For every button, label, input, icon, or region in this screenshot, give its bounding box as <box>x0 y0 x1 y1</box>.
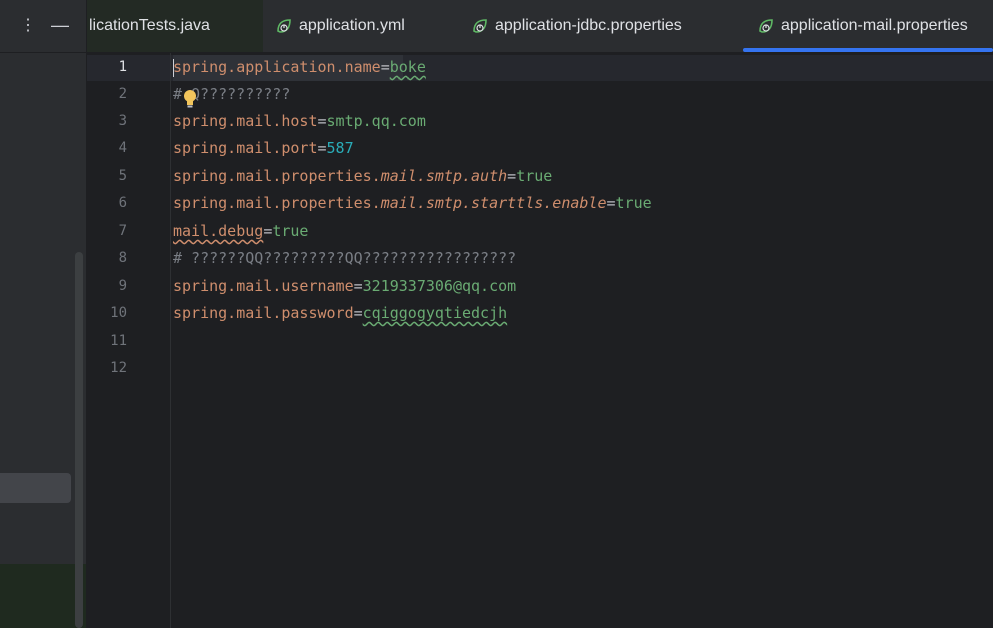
property-key: spring.application.name <box>173 58 381 76</box>
property-key: spring.mail.password <box>173 304 354 322</box>
equals-sign: = <box>263 222 273 240</box>
tab-label: licationTests.java <box>89 17 210 34</box>
property-value: true <box>272 222 309 240</box>
line-content: # ??????QQ?????????QQ????????????????? <box>173 249 517 267</box>
property-key: mail.debug <box>173 222 264 240</box>
line-number: 8 <box>118 250 127 266</box>
tool-window-scrollbar[interactable] <box>75 252 83 628</box>
line-content: spring.mail.host=smtp.qq.com <box>173 108 426 135</box>
property-key: spring.mail.properties. <box>173 167 381 185</box>
selected-tree-item[interactable] <box>0 473 71 503</box>
property-value: true <box>615 194 652 212</box>
line-content: spring.mail.properties.mail.smtp.starttl… <box>173 190 652 217</box>
equals-sign: = <box>317 139 327 157</box>
spring-leaf-icon <box>277 19 291 33</box>
line-content: spring.mail.username=3219337306@qq.com <box>173 273 516 300</box>
code-line[interactable]: 6 spring.mail.properties.mail.smtp.start… <box>87 190 993 217</box>
project-tool-window: ⋮ — <box>0 0 86 628</box>
line-number: 6 <box>118 195 127 211</box>
property-value: true <box>516 167 553 185</box>
line-number: 7 <box>118 223 127 239</box>
code-line[interactable]: 9 spring.mail.username=3219337306@qq.com <box>87 273 993 300</box>
editor-tab-bar: licationTests.java application.yml appli… <box>87 0 993 53</box>
comment-text: # <box>173 85 183 103</box>
line-number: 2 <box>118 86 127 102</box>
property-value: smtp.qq.com <box>326 112 426 130</box>
tab-application-jdbc-properties[interactable]: application-jdbc.properties <box>471 0 682 52</box>
property-key: spring.mail.properties. <box>173 194 381 212</box>
property-key-italic: mail.smtp.starttls.enable <box>380 194 607 212</box>
code-line[interactable]: 3 spring.mail.host=smtp.qq.com <box>87 108 993 135</box>
code-line[interactable]: 7 mail.debug=true <box>87 218 993 245</box>
code-line[interactable]: 4 spring.mail.port=587 <box>87 135 993 162</box>
line-content: spring.application.name=boke <box>173 54 426 81</box>
property-key: spring.mail.host <box>173 112 318 130</box>
line-number: 9 <box>118 278 127 294</box>
tab-application-mail-properties[interactable]: application-mail.properties <box>757 0 968 52</box>
minimize-icon[interactable]: — <box>50 16 70 36</box>
line-number: 4 <box>118 140 127 156</box>
line-number: 1 <box>118 59 127 75</box>
line-content: spring.mail.password=cqiggogyqtiedcjh <box>173 300 507 327</box>
property-value: cqiggogyqtiedcjh <box>362 304 508 322</box>
tab-application-tests[interactable]: licationTests.java <box>87 0 263 52</box>
code-line[interactable]: 11 <box>87 328 993 355</box>
property-value: 587 <box>326 139 354 157</box>
tool-window-header: ⋮ — <box>0 0 86 53</box>
property-key: spring.mail.port <box>173 139 318 157</box>
line-number: 12 <box>110 360 127 376</box>
code-editor[interactable]: 1 spring.application.name=boke 2 # Q?????… <box>87 53 993 628</box>
line-number: 10 <box>110 305 127 321</box>
property-value: boke <box>389 58 426 76</box>
equals-sign: = <box>353 304 363 322</box>
property-value: 3219337306@qq.com <box>362 277 517 295</box>
property-key: spring.mail.username <box>173 277 354 295</box>
lightbulb-icon[interactable] <box>183 89 197 109</box>
tab-label: application-mail.properties <box>781 17 968 34</box>
equals-sign: = <box>317 112 327 130</box>
line-number: 11 <box>110 333 127 349</box>
code-line[interactable]: 2 # Q?????????? <box>87 81 993 108</box>
code-line[interactable]: 8 # ??????QQ?????????QQ????????????????? <box>87 245 993 272</box>
line-content: mail.debug=true <box>173 218 308 245</box>
property-key-italic: mail.smtp.auth <box>380 167 508 185</box>
spring-leaf-icon <box>759 19 773 33</box>
line-content: spring.mail.properties.mail.smtp.auth=tr… <box>173 163 552 190</box>
code-line[interactable]: 1 spring.application.name=boke <box>87 54 993 81</box>
equals-sign: = <box>353 277 363 295</box>
equals-sign: = <box>606 194 616 212</box>
spring-leaf-icon <box>473 19 487 33</box>
tab-label: application.yml <box>299 17 405 34</box>
line-number: 5 <box>118 168 127 184</box>
equals-sign: = <box>507 167 517 185</box>
tab-label: application-jdbc.properties <box>495 17 682 34</box>
code-line[interactable]: 10 spring.mail.password=cqiggogyqtiedcjh <box>87 300 993 327</box>
code-line[interactable]: 5 spring.mail.properties.mail.smtp.auth=… <box>87 163 993 190</box>
line-number: 3 <box>118 113 127 129</box>
equals-sign: = <box>380 58 390 76</box>
comment-text: Q?????????? <box>191 85 291 103</box>
line-content: spring.mail.port=587 <box>173 135 354 162</box>
code-line[interactable]: 12 <box>87 355 993 382</box>
tab-application-yml[interactable]: application.yml <box>275 0 405 52</box>
active-tab-indicator <box>743 48 993 52</box>
more-options-icon[interactable]: ⋮ <box>18 16 38 36</box>
highlighted-tree-area <box>0 564 86 628</box>
